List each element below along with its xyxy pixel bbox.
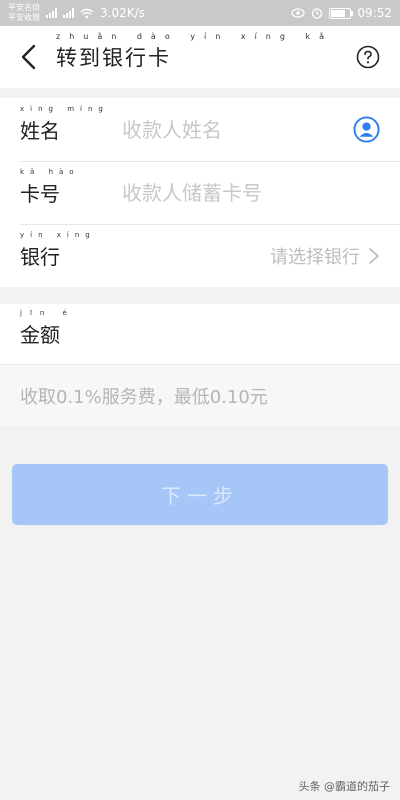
network-speed: 3.02K/s	[100, 6, 145, 20]
name-label-pinyin: xìng míng	[20, 105, 109, 113]
bank-label: yín xíng 银行	[20, 231, 120, 270]
help-icon[interactable]	[356, 45, 380, 69]
watermark: 头条 @霸道的茄子	[298, 780, 391, 793]
carrier-1: 平安名侦	[8, 3, 40, 12]
chevron-left-icon	[21, 44, 36, 70]
bank-select[interactable]: 请选择银行	[270, 243, 360, 269]
amount-label: jīn é 金额	[20, 309, 67, 348]
status-right: 09:52	[291, 6, 392, 20]
page-title-text: 转到银行卡	[56, 46, 171, 70]
name-label-text: 姓名	[20, 119, 60, 143]
card-number-label-text: 卡号	[20, 182, 60, 206]
status-time: 09:52	[357, 6, 392, 20]
bank-label-text: 银行	[20, 245, 60, 269]
contact-icon[interactable]	[353, 116, 380, 143]
signal-icon-2	[63, 8, 74, 18]
card-number-label-pinyin: kǎ hào	[20, 168, 80, 176]
amount-label-pinyin: jīn é	[20, 309, 75, 317]
card-number-input[interactable]	[120, 179, 334, 206]
name-label: xìng míng 姓名	[20, 105, 120, 144]
page-title: zhuǎn dào yín xíng kǎ 转到银行卡	[56, 32, 324, 72]
back-button[interactable]	[20, 42, 44, 72]
chevron-right-icon	[369, 247, 379, 264]
bank-row[interactable]: yín xíng 银行 请选择银行	[0, 224, 400, 287]
carrier-names: 平安名侦 平安收银	[8, 3, 40, 23]
next-button[interactable]: 下一步	[12, 464, 388, 525]
wifi-icon	[80, 8, 94, 18]
name-row: xìng míng 姓名	[0, 98, 400, 161]
status-bar: 平安名侦 平安收银 3.02K/s 09:52	[0, 0, 400, 26]
status-left: 平安名侦 平安收银 3.02K/s	[8, 3, 145, 23]
fee-note: 收取0.1%服务费，最低0.10元	[0, 364, 400, 426]
page-title-pinyin: zhuǎn dào yín xíng kǎ	[56, 32, 334, 41]
carrier-2: 平安收银	[8, 13, 40, 22]
amount-label-text: 金额	[20, 323, 60, 347]
alarm-icon	[312, 8, 323, 19]
title-bar: zhuǎn dào yín xíng kǎ 转到银行卡	[0, 26, 400, 88]
battery-icon	[329, 7, 354, 19]
eye-icon	[291, 8, 306, 18]
bank-label-pinyin: yín xíng	[20, 231, 96, 239]
card-number-row: kǎ hào 卡号	[0, 161, 400, 224]
recipient-form: xìng míng 姓名 kǎ hào 卡号 yín xíng 银行 请选择银行	[0, 98, 400, 287]
amount-row[interactable]: jīn é 金额	[0, 304, 400, 364]
name-input[interactable]	[120, 116, 334, 143]
amount-section: jīn é 金额 收取0.1%服务费，最低0.10元	[0, 304, 400, 426]
card-number-label: kǎ hào 卡号	[20, 168, 120, 207]
signal-icon	[46, 8, 57, 18]
